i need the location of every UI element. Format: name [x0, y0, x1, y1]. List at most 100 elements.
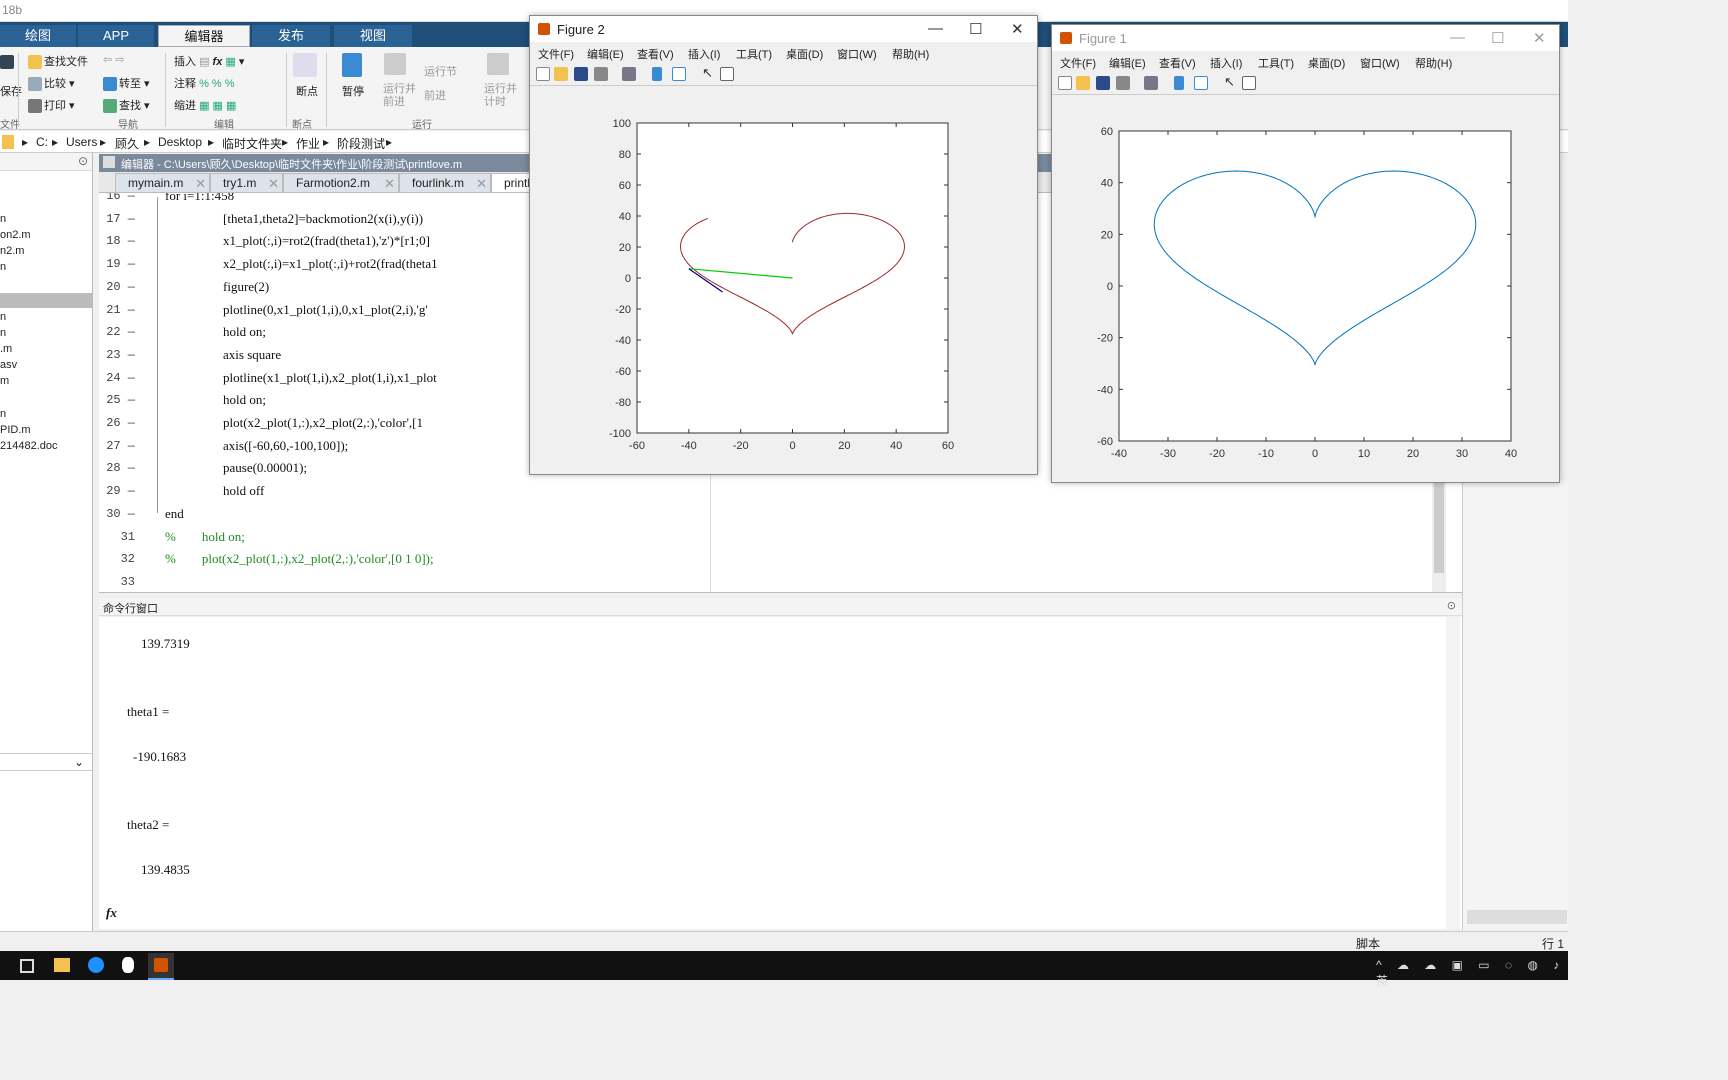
editor-tab[interactable]: fourlink.m ✕	[399, 173, 491, 193]
property-editor-icon[interactable]	[720, 67, 734, 81]
code-line[interactable]: plotline(0,x1_plot(1,i),0,x1_plot(2,i),'…	[223, 302, 428, 318]
open-icon[interactable]	[554, 67, 568, 81]
pointer-icon[interactable]: ↖	[702, 65, 716, 80]
legend-icon[interactable]	[1194, 76, 1208, 90]
goto-button[interactable]: 转至 ▾	[103, 75, 150, 92]
menu-file[interactable]: 文件(F)	[538, 46, 574, 62]
figure1-window[interactable]: Figure 1 — ☐ ✕ 文件(F) 编辑(E) 查看(V) 插入(I) 工…	[1051, 24, 1560, 483]
comment-button[interactable]: 注释 % % %	[174, 75, 235, 91]
details-panel-toggle[interactable]: ⌄	[0, 753, 92, 771]
scrollbar-thumb[interactable]	[1434, 483, 1444, 573]
code-line[interactable]: x1_plot(:,i)=rot2(frad(theta1),'z')*[r1;…	[223, 233, 430, 249]
code-line[interactable]: pause(0.00001);	[223, 460, 307, 476]
find-button[interactable]: 查找 ▾	[103, 97, 150, 114]
colorbar-icon[interactable]	[652, 67, 662, 81]
file-item[interactable]: asv	[0, 359, 17, 371]
close-icon[interactable]: ✕	[384, 174, 395, 193]
menu-tools[interactable]: 工具(T)	[1258, 55, 1294, 71]
pause-button[interactable]	[342, 53, 364, 77]
editor-tab[interactable]: Farmotion2.m ✕	[283, 173, 399, 193]
tab-publish[interactable]: 发布	[252, 25, 330, 47]
run-section-button[interactable]: 运行节	[424, 63, 457, 79]
matlab-task-button[interactable]	[148, 953, 174, 980]
qq-icon[interactable]	[122, 957, 134, 973]
save-icon[interactable]	[1096, 76, 1110, 90]
pointer-icon[interactable]: ↖	[1224, 74, 1238, 89]
command-scrollbar[interactable]	[1446, 617, 1460, 929]
breadcrumb-item[interactable]: C:	[36, 135, 48, 149]
menu-window[interactable]: 窗口(W)	[837, 46, 877, 62]
breakpoints-label[interactable]: 断点	[296, 83, 318, 99]
code-line[interactable]: [theta1,theta2]=backmotion2(x(i),y(i))	[223, 211, 423, 227]
panel-menu-icon[interactable]: ⊙	[78, 154, 88, 168]
panel-menu-icon[interactable]: ⊙	[1447, 599, 1456, 612]
task-view-icon[interactable]	[20, 959, 34, 973]
menu-insert[interactable]: 插入(I)	[688, 46, 720, 62]
pause-label[interactable]: 暂停	[342, 83, 364, 99]
menu-window[interactable]: 窗口(W)	[1360, 55, 1400, 71]
code-line[interactable]: hold off	[223, 483, 264, 499]
run-time-button[interactable]	[487, 53, 511, 75]
breadcrumb-item[interactable]: 顾久	[115, 135, 139, 152]
link-icon[interactable]	[622, 67, 636, 81]
code-line[interactable]: axis([-60,60,-100,100]);	[223, 438, 348, 454]
file-item[interactable]: on2.m	[0, 229, 31, 241]
close-icon[interactable]: ✕	[1533, 29, 1546, 47]
edge-icon[interactable]	[88, 957, 104, 973]
print-icon[interactable]	[1116, 76, 1130, 90]
code-line[interactable]: for i=1:1:458	[165, 193, 234, 204]
back-forward-buttons[interactable]: ⇦ ⇨	[103, 53, 125, 66]
code-line[interactable]: % hold on;	[165, 529, 245, 545]
figure1-plot[interactable]: -40 -30 -20 -10 0 10 20 30 406040200-20-40-60	[1052, 95, 1559, 482]
file-item[interactable]: n	[0, 327, 6, 339]
code-line[interactable]: hold on;	[223, 392, 266, 408]
file-item[interactable]: n	[0, 408, 6, 420]
tab-apps[interactable]: APP	[78, 25, 154, 47]
menu-view[interactable]: 查看(V)	[1159, 55, 1196, 71]
property-editor-icon[interactable]	[1242, 76, 1256, 90]
print-button[interactable]: 打印 ▾	[28, 97, 75, 114]
run-advance-button[interactable]	[384, 53, 408, 75]
close-icon[interactable]: ✕	[476, 174, 487, 193]
code-line[interactable]: plot(x2_plot(1,:),x2_plot(2,:),'color',[…	[223, 415, 423, 431]
file-explorer-icon[interactable]	[54, 958, 70, 972]
command-window[interactable]: 139.7319 theta1 = -190.1683 theta2 = 139…	[99, 617, 1462, 929]
file-item[interactable]: n	[0, 261, 6, 273]
menu-desktop[interactable]: 桌面(D)	[1308, 55, 1345, 71]
selected-file-row[interactable]	[0, 293, 92, 308]
file-item[interactable]: m	[0, 375, 9, 387]
menu-insert[interactable]: 插入(I)	[1210, 55, 1242, 71]
file-item[interactable]: n2.m	[0, 245, 24, 257]
figure2-window[interactable]: Figure 2 — ☐ ✕ 文件(F) 编辑(E) 查看(V) 插入(I) 工…	[529, 15, 1038, 475]
tab-editor[interactable]: 编辑器	[158, 25, 250, 47]
tab-view[interactable]: 视图	[334, 25, 412, 47]
editor-tab[interactable]: mymain.m ✕	[115, 173, 210, 193]
maximize-icon[interactable]: ☐	[969, 20, 982, 38]
breadcrumb-item[interactable]: 作业	[296, 135, 320, 152]
advance-button[interactable]: 前进	[424, 87, 446, 103]
colorbar-icon[interactable]	[1174, 76, 1184, 90]
close-icon[interactable]: ✕	[195, 174, 206, 193]
new-figure-icon[interactable]	[536, 67, 550, 81]
breadcrumb-item[interactable]: 临时文件夹	[222, 135, 282, 152]
close-icon[interactable]: ✕	[268, 174, 279, 193]
menu-help[interactable]: 帮助(H)	[1415, 55, 1452, 71]
save-button[interactable]	[0, 55, 16, 69]
link-icon[interactable]	[1144, 76, 1158, 90]
code-line[interactable]: plotline(x1_plot(1,i),x2_plot(1,i),x1_pl…	[223, 370, 437, 386]
command-prompt-fx[interactable]: fx	[106, 905, 117, 921]
code-line[interactable]: hold on;	[223, 324, 266, 340]
close-icon[interactable]: ✕	[1011, 20, 1024, 38]
menu-desktop[interactable]: 桌面(D)	[786, 46, 823, 62]
code-line[interactable]: % plot(x2_plot(1,:),x2_plot(2,:),'color'…	[165, 551, 434, 567]
code-line[interactable]: figure(2)	[223, 279, 269, 295]
editor-tab[interactable]: try1.m ✕	[210, 173, 283, 193]
maximize-icon[interactable]: ☐	[1491, 29, 1504, 47]
system-tray-icons[interactable]: ^ ☁ ☁ ▣ ▭ ◌ ◍ ♪ 英	[1376, 958, 1568, 989]
breadcrumb-item[interactable]: Users	[66, 135, 97, 149]
file-item[interactable]: n	[0, 213, 6, 225]
code-line[interactable]: x2_plot(:,i)=x1_plot(:,i)+rot2(frad(thet…	[223, 256, 438, 272]
current-folder-panel[interactable]: ⊙ n on2.m n2.m n n n .m asv m n PID.m 21…	[0, 153, 93, 931]
horizontal-scrollbar[interactable]	[1467, 910, 1567, 924]
fx-button[interactable]: fx	[213, 56, 223, 68]
